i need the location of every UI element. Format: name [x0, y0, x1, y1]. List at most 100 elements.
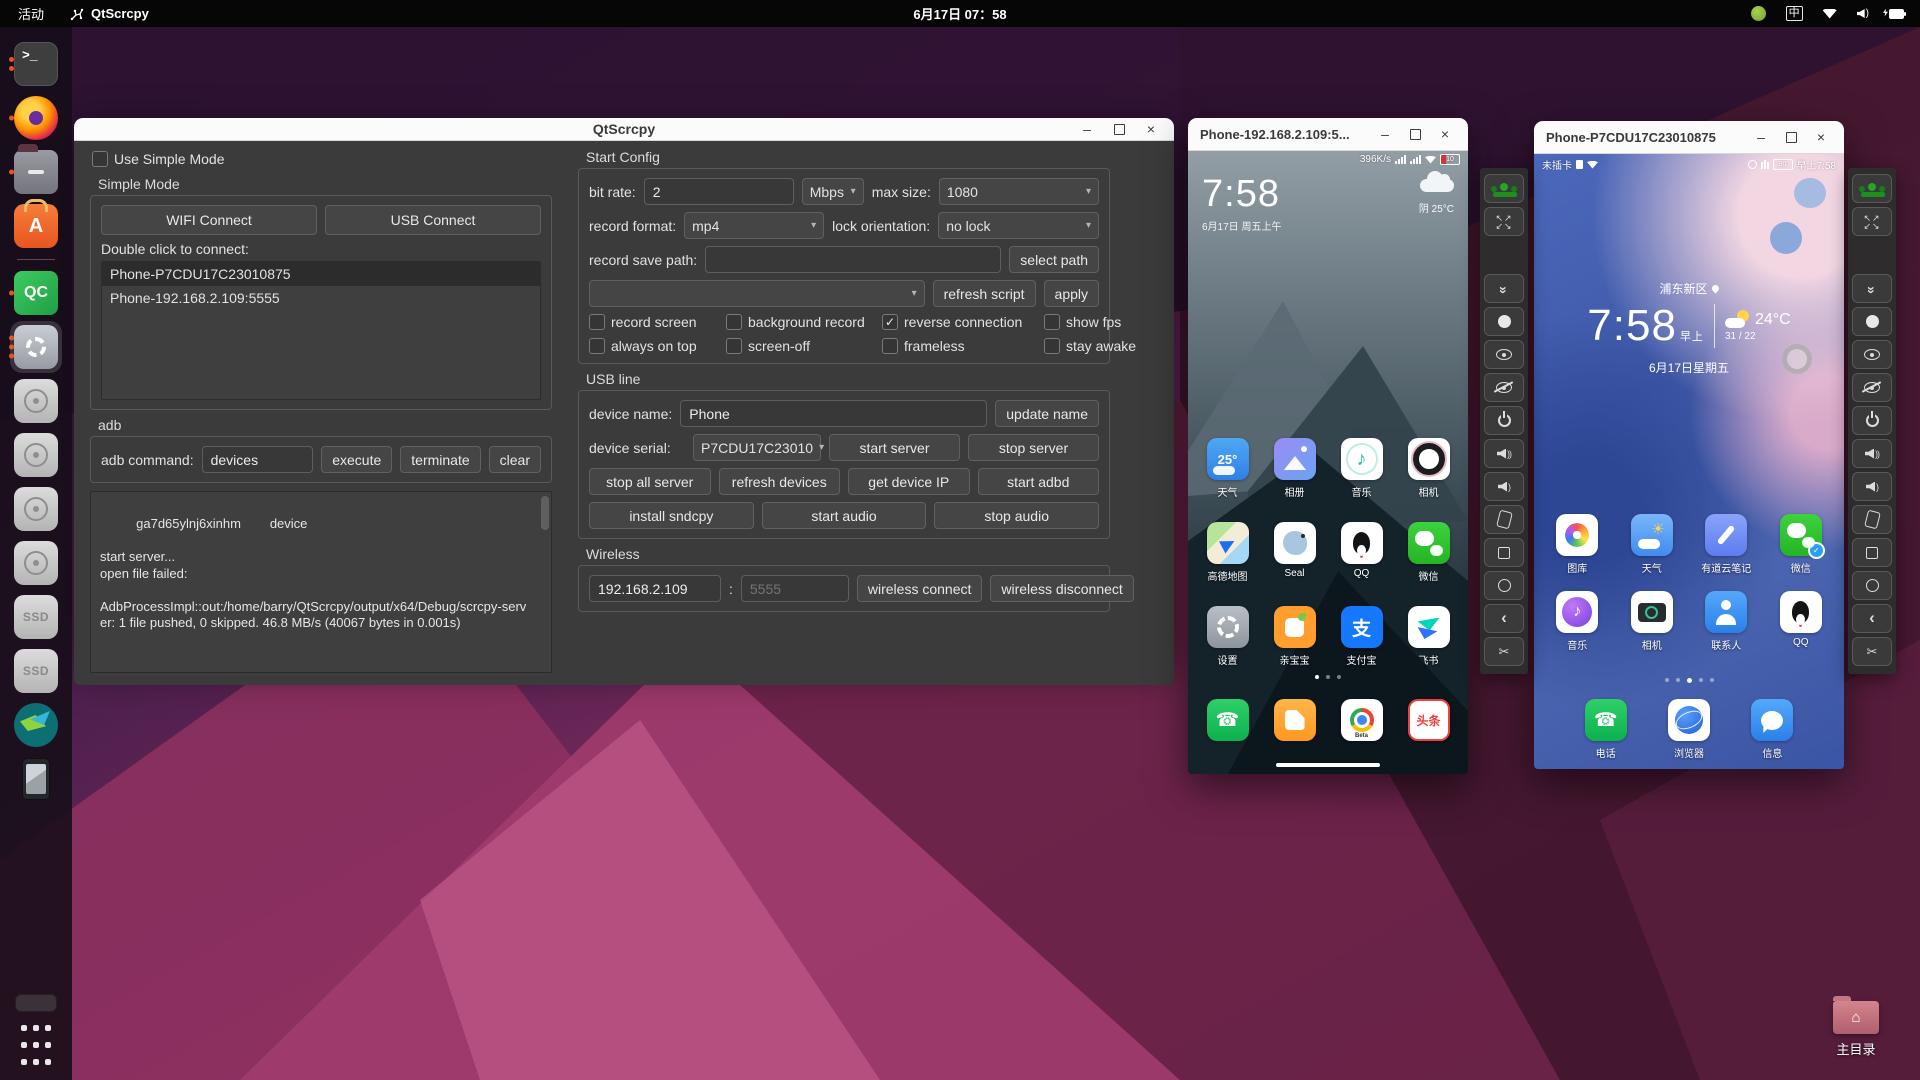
minimize-button[interactable]: –	[1374, 123, 1396, 145]
activities-button[interactable]: 活动	[18, 4, 44, 23]
screen-off-button[interactable]	[1852, 373, 1892, 402]
refresh-script-button[interactable]: refresh script	[932, 280, 1036, 307]
device-name-input[interactable]	[680, 400, 988, 427]
lock-orientation-select[interactable]: no lock ▾	[938, 212, 1099, 239]
device-serial-select[interactable]: P7CDU17C23010 ▾	[693, 434, 824, 461]
collapse-toolbar-button[interactable]: »	[1484, 274, 1524, 303]
volume-up-button[interactable]: ))	[1484, 439, 1524, 468]
dock-item-drawer[interactable]	[6, 988, 66, 1018]
app-contacts[interactable]: 联系人	[1695, 591, 1757, 652]
app-gallery[interactable]: 相册	[1264, 438, 1326, 499]
collapse-toolbar-button[interactable]: »	[1852, 274, 1892, 303]
app-weather[interactable]: ☀ 天气	[1621, 514, 1683, 575]
stop-audio-button[interactable]: stop audio	[934, 502, 1100, 529]
screenshot-button[interactable]	[1484, 307, 1524, 336]
select-path-button[interactable]: select path	[1009, 246, 1099, 273]
show-fps-checkbox[interactable]: show fps	[1044, 314, 1136, 330]
phone1-screen[interactable]: 396K/s 10 7:58 6月17日 周五上午 阴 25°C 25° 天气 相…	[1188, 151, 1468, 774]
stop-server-button[interactable]: stop server	[968, 434, 1099, 461]
app-camera[interactable]: 相机	[1621, 591, 1683, 652]
dock-item-disk-4[interactable]	[6, 536, 66, 590]
app-wechat[interactable]: ✓ 微信	[1770, 514, 1832, 575]
minimize-button[interactable]: –	[1076, 118, 1098, 140]
device-list-item[interactable]: Phone-P7CDU17C23010875	[102, 262, 540, 286]
app-wechat[interactable]: 微信	[1398, 522, 1460, 583]
frameless-checkbox[interactable]: frameless	[882, 338, 1040, 354]
screen-on-button[interactable]	[1852, 340, 1892, 369]
home-directory-desktop-icon[interactable]: ⌂ 主目录	[1820, 996, 1892, 1058]
background-record-checkbox[interactable]: background record	[726, 314, 878, 330]
device-list-item[interactable]: Phone-192.168.2.109:5555	[102, 286, 540, 310]
dock-item-qtcreator[interactable]: QC	[6, 266, 66, 320]
wifi-icon[interactable]	[1822, 8, 1837, 19]
bit-rate-input[interactable]	[643, 178, 794, 205]
clear-button[interactable]: clear	[488, 446, 541, 473]
script-select[interactable]: ▾	[589, 280, 925, 307]
usb-connect-button[interactable]: USB Connect	[325, 205, 541, 235]
app-weather[interactable]: 25° 天气	[1197, 438, 1259, 499]
wireless-port-input[interactable]	[740, 575, 849, 602]
volume-icon[interactable]: )	[1856, 8, 1869, 19]
app-phone[interactable]: ☎	[1197, 699, 1259, 741]
max-size-select[interactable]: 1080 ▾	[938, 178, 1099, 205]
device-list[interactable]: Phone-P7CDU17C23010875 Phone-192.168.2.1…	[101, 261, 541, 400]
fullscreen-button[interactable]: ↖↗ ↙↘	[1484, 207, 1524, 236]
rotation-button[interactable]	[1852, 505, 1892, 534]
stop-all-server-button[interactable]: stop all server	[589, 468, 711, 495]
maximize-button[interactable]	[1108, 118, 1130, 140]
refresh-devices-button[interactable]: refresh devices	[718, 468, 840, 495]
assistive-ball[interactable]	[1782, 344, 1812, 374]
app-chrome[interactable]: Beta	[1331, 699, 1393, 741]
dock-item-disk-1[interactable]	[6, 374, 66, 428]
qtscrcpy-titlebar[interactable]: QtScrcpy – ×	[74, 118, 1174, 141]
back-button[interactable]: ‹	[1852, 604, 1892, 633]
phone1-clock-widget[interactable]: 7:58 6月17日 周五上午	[1202, 174, 1281, 233]
app-browser[interactable]: 浏览器	[1658, 699, 1720, 760]
input-method-indicator[interactable]: 中	[1785, 6, 1803, 21]
maximize-button[interactable]	[1404, 123, 1426, 145]
phone2-screen[interactable]: 未插卡 90 早上7:58 浦东新区 7:58 早上 24°C 31 / 22 …	[1534, 154, 1844, 769]
app-qq[interactable]: QQ	[1331, 522, 1393, 583]
wireless-ip-input[interactable]	[589, 575, 721, 602]
group-devices-button[interactable]	[1852, 174, 1892, 203]
dock-item-ssd-2[interactable]: SSD	[6, 644, 66, 698]
clock-menu[interactable]: 6月17日 07：58	[913, 4, 1006, 23]
app-music[interactable]: ♪ 音乐	[1546, 591, 1608, 652]
volume-down-button[interactable]: )	[1852, 472, 1892, 501]
record-save-path-input[interactable]	[705, 246, 1002, 273]
dock-item-ssd-1[interactable]: SSD	[6, 590, 66, 644]
app-sms[interactable]: 信息	[1741, 699, 1803, 760]
focused-app-menu[interactable]: QtScrcpy	[70, 6, 149, 21]
app-feishu[interactable]: 飞书	[1398, 606, 1460, 667]
stay-awake-checkbox[interactable]: stay awake	[1044, 338, 1136, 354]
screen-on-button[interactable]	[1484, 340, 1524, 369]
close-button[interactable]: ×	[1810, 126, 1832, 148]
install-sndcpy-button[interactable]: install sndcpy	[589, 502, 754, 529]
screen-off-button[interactable]	[1484, 373, 1524, 402]
screenshot-button[interactable]	[1852, 307, 1892, 336]
app-phone[interactable]: ☎ 电话	[1575, 699, 1637, 760]
record-format-select[interactable]: mp4 ▾	[684, 212, 825, 239]
app-settings[interactable]: 设置	[1197, 606, 1259, 667]
app-camera[interactable]: 相机	[1398, 438, 1460, 499]
power-button[interactable]	[1484, 406, 1524, 435]
app-gallery[interactable]: 图库	[1546, 514, 1608, 575]
app-music[interactable]: ♪ 音乐	[1331, 438, 1393, 499]
app-qinbaobao[interactable]: 亲宝宝	[1264, 606, 1326, 667]
record-screen-checkbox[interactable]: record screen	[589, 314, 722, 330]
get-device-ip-button[interactable]: get device IP	[848, 468, 970, 495]
dock-item-firefox[interactable]	[6, 91, 66, 145]
reverse-connection-checkbox[interactable]: ✓ reverse connection	[882, 314, 1040, 330]
app-alipay[interactable]: 支支付宝	[1331, 606, 1393, 667]
phone1-weather-widget[interactable]: 阴 25°C	[1419, 171, 1454, 215]
home-button[interactable]	[1852, 571, 1892, 600]
bitrate-unit-select[interactable]: Mbps ▾	[801, 178, 864, 205]
dock-item-software[interactable]: A	[6, 199, 66, 253]
android-tray-icon[interactable]	[1750, 6, 1766, 21]
dock-item-phone-device[interactable]	[6, 752, 66, 806]
wireless-disconnect-button[interactable]: wireless disconnect	[990, 575, 1134, 602]
app-youdao-note[interactable]: 有道云笔记	[1695, 514, 1757, 575]
fullscreen-button[interactable]: ↖↗ ↙↘	[1852, 207, 1892, 236]
update-name-button[interactable]: update name	[995, 400, 1099, 427]
dock-item-disk-3[interactable]	[6, 482, 66, 536]
